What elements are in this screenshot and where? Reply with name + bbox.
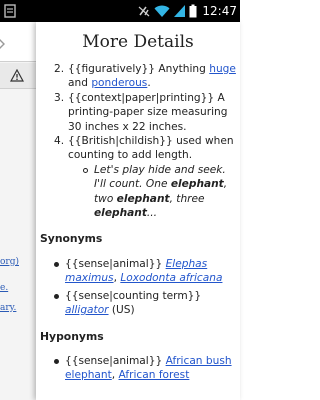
list-item: {{sense|counting term}} alligator (US)	[54, 289, 236, 318]
details-content[interactable]: 2. {{figuratively}} Anything huge and po…	[36, 62, 240, 386]
no-signal-icon	[139, 6, 150, 17]
background-page[interactable]: org) e. ary.	[0, 22, 36, 400]
notification-icon	[4, 4, 16, 18]
background-page-header	[0, 22, 36, 62]
background-link-3[interactable]: ary.	[0, 303, 16, 313]
link-alligator[interactable]: alligator	[65, 304, 109, 316]
background-link-2[interactable]: e.	[0, 283, 8, 293]
status-bar: 12:47	[0, 0, 240, 22]
synonyms-list: {{sense|animal}} Elephas maximus, Loxodo…	[36, 257, 236, 318]
definition-item: 4. {{British|childish}} used when counti…	[54, 134, 236, 220]
link-loxodonta-africana[interactable]: Loxodonta africana	[120, 272, 222, 284]
status-time: 12:47	[202, 4, 237, 18]
definition-item: 2. {{figuratively}} Anything huge and po…	[54, 63, 236, 90]
chevron-icon[interactable]	[0, 38, 5, 50]
battery-icon	[189, 4, 197, 18]
link-african-forest[interactable]: African forest	[119, 369, 190, 381]
synonyms-heading: Synonyms	[40, 232, 103, 246]
link-huge[interactable]: huge	[209, 63, 236, 75]
link-ponderous[interactable]: ponderous	[91, 77, 147, 89]
background-issue-row[interactable]	[0, 63, 36, 89]
hyponyms-list: {{sense|animal}} African bush elephant, …	[36, 354, 236, 383]
wifi-icon	[154, 5, 170, 17]
more-details-drawer[interactable]: More Details 2. {{figuratively}} Anythin…	[36, 22, 240, 400]
drawer-title: More Details	[82, 32, 194, 52]
list-item: {{sense|animal}} African bush elephant, …	[54, 354, 236, 383]
example-list: Let's play hide and seek. I'll count. On…	[68, 163, 236, 221]
warning-icon[interactable]	[10, 69, 24, 82]
cell-signal-icon	[174, 5, 186, 17]
hyponyms-heading: Hyponyms	[40, 329, 104, 343]
usage-example: Let's play hide and seek. I'll count. On…	[82, 163, 236, 221]
definition-item: 3. {{context|paper|printing}} A printing…	[54, 91, 228, 133]
background-link-1[interactable]: org)	[0, 257, 19, 267]
list-item: {{sense|animal}} Elephas maximus, Loxodo…	[54, 257, 236, 286]
definitions-list: 2. {{figuratively}} Anything huge and po…	[36, 62, 236, 220]
